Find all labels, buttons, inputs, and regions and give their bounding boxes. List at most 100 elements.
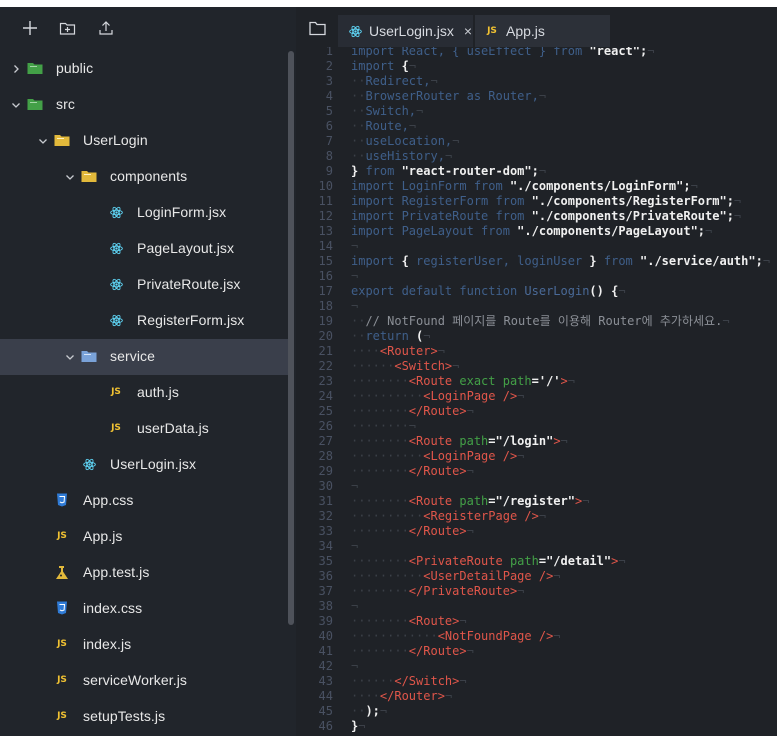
code-line[interactable]: 13 import PageLayout from "./components/P… <box>296 224 777 239</box>
code-line[interactable]: 34 ¬ <box>296 539 777 554</box>
code-line[interactable]: 7 ··useLocation,¬ <box>296 134 777 149</box>
code-line[interactable]: 12 import PrivateRoute from "./components… <box>296 209 777 224</box>
folder-row[interactable]: service <box>0 339 288 375</box>
folder-icon <box>27 96 43 112</box>
upload-button[interactable] <box>93 15 119 41</box>
folder-row[interactable]: UserLogin <box>0 123 288 159</box>
code-line[interactable]: 6 ··Route,¬ <box>296 119 777 134</box>
code-text: ········<Route exact path='/'>¬ <box>351 374 575 389</box>
new-file-button[interactable] <box>17 15 43 41</box>
file-row[interactable]: LoginForm.jsx <box>0 195 288 231</box>
line-number: 17 <box>318 284 333 298</box>
file-row[interactable]: RegisterForm.jsx <box>0 303 288 339</box>
code-line[interactable]: 5 ··Switch,¬ <box>296 104 777 119</box>
sidebar-scrollbar[interactable] <box>288 51 294 625</box>
file-row[interactable]: App.test.js <box>0 555 288 591</box>
chevron-right-icon[interactable] <box>10 62 22 74</box>
code-line[interactable]: 37 ········</PrivateRoute>¬ <box>296 584 777 599</box>
code-line[interactable]: 21 ····<Router>¬ <box>296 344 777 359</box>
code-line[interactable]: 35 ········<PrivateRoute path="/detail">¬ <box>296 554 777 569</box>
code-line[interactable]: 29 ········</Route>¬ <box>296 464 777 479</box>
code-line[interactable]: 16 ¬ <box>296 269 777 284</box>
folder-row[interactable]: src <box>0 87 288 123</box>
code-line[interactable]: 25 ········</Route>¬ <box>296 404 777 419</box>
tree-item-label: setupTests.js <box>83 708 166 724</box>
file-row[interactable]: JS serviceWorker.js <box>0 663 288 699</box>
code-line[interactable]: 20 ··return (¬ <box>296 329 777 344</box>
chevron-down-icon[interactable] <box>10 98 22 110</box>
code-line[interactable]: 31 ········<Route path="/register">¬ <box>296 494 777 509</box>
code-line[interactable]: 45 ··);¬ <box>296 704 777 719</box>
code-token: ········ <box>351 419 409 433</box>
code-line[interactable]: 28 ··········<LoginPage />¬ <box>296 449 777 464</box>
code-line[interactable]: 14 ¬ <box>296 239 777 254</box>
code-line[interactable]: 46}¬ <box>296 719 777 734</box>
code-line[interactable]: 2 import {¬ <box>296 59 777 74</box>
code-text: ········</Route>¬ <box>351 464 474 479</box>
explorer-toggle-button[interactable] <box>309 21 326 41</box>
code-token: ·· <box>351 89 366 103</box>
code-area[interactable]: 1 import React, { useEffect } from "react… <box>296 47 777 736</box>
code-line[interactable]: 40 ············<NotFoundPage />¬ <box>296 629 777 644</box>
code-line[interactable]: 11 import RegisterForm from "./components… <box>296 194 777 209</box>
code-line[interactable]: 19 ··// NotFound 페이지를 Route를 이용해 Router에 … <box>296 314 777 329</box>
file-row[interactable]: JS App.js <box>0 519 288 555</box>
file-row[interactable]: UserLogin.jsx <box>0 447 288 483</box>
code-text: ············<NotFoundPage />¬ <box>351 629 561 644</box>
code-line[interactable]: 26 ········¬ <box>296 419 777 434</box>
code-token: from <box>365 164 402 178</box>
code-line[interactable]: 43 ······</Switch>¬ <box>296 674 777 689</box>
tab-app-js[interactable]: JS App.js <box>475 15 610 47</box>
chevron-down-icon[interactable] <box>64 170 76 182</box>
code-token: </Route> <box>408 524 467 538</box>
tree-item-label: PageLayout.jsx <box>137 240 235 256</box>
line-number: 2 <box>325 59 333 73</box>
code-line[interactable]: 17 export default function UserLogin() {¬ <box>296 284 777 299</box>
code-line[interactable]: 24 ··········<LoginPage />¬ <box>296 389 777 404</box>
code-line[interactable]: 23 ········<Route exact path='/'>¬ <box>296 374 777 389</box>
code-line[interactable]: 44 ····</Router>¬ <box>296 689 777 704</box>
code-line[interactable]: 9} from "react-router-dom";¬ <box>296 164 777 179</box>
eol-marker: ¬ <box>582 494 590 508</box>
code-line[interactable]: 36 ··········<UserDetailPage />¬ <box>296 569 777 584</box>
eol-marker: ¬ <box>351 599 359 613</box>
file-row[interactable]: JS index.js <box>0 627 288 663</box>
code-line[interactable]: 1 import React, { useEffect } from "react… <box>296 47 777 59</box>
code-line[interactable]: 4 ··BrowserRouter as Router,¬ <box>296 89 777 104</box>
code-line[interactable]: 42 ¬ <box>296 659 777 674</box>
eol-marker: ¬ <box>459 614 467 628</box>
chevron-down-icon[interactable] <box>64 350 76 362</box>
eol-marker: ¬ <box>351 479 359 493</box>
code-token: <RegisterPage /> <box>423 509 539 523</box>
code-line[interactable]: 18 ¬ <box>296 299 777 314</box>
code-line[interactable]: 22 ······<Switch>¬ <box>296 359 777 374</box>
code-line[interactable]: 33 ········</Route>¬ <box>296 524 777 539</box>
close-icon[interactable]: × <box>464 23 472 39</box>
code-token: "react-router-dom"; <box>401 164 539 178</box>
tab-userlogin-jsx[interactable]: UserLogin.jsx × <box>338 15 473 47</box>
code-line[interactable]: 15 import { registerUser, loginUser } fro… <box>296 254 777 269</box>
code-line[interactable]: 3 ··Redirect,¬ <box>296 74 777 89</box>
code-line[interactable]: 39 ········<Route>¬ <box>296 614 777 629</box>
file-row[interactable]: index.css <box>0 591 288 627</box>
file-row[interactable]: App.css <box>0 483 288 519</box>
file-row[interactable]: JS setupTests.js <box>0 699 288 735</box>
eol-marker: ¬ <box>430 74 438 88</box>
file-row[interactable]: JS auth.js <box>0 375 288 411</box>
file-row[interactable]: PrivateRoute.jsx <box>0 267 288 303</box>
file-row[interactable]: JS userData.js <box>0 411 288 447</box>
line-number: 12 <box>318 209 333 223</box>
file-row[interactable]: PageLayout.jsx <box>0 231 288 267</box>
code-line[interactable]: 8 ··useHistory,¬ <box>296 149 777 164</box>
new-folder-button[interactable] <box>54 15 80 41</box>
code-line[interactable]: 10 import LoginForm from "./components/Lo… <box>296 179 777 194</box>
code-line[interactable]: 32 ··········<RegisterPage />¬ <box>296 509 777 524</box>
folder-icon <box>54 132 70 148</box>
code-line[interactable]: 38 ¬ <box>296 599 777 614</box>
code-line[interactable]: 27 ········<Route path="/login">¬ <box>296 434 777 449</box>
folder-row[interactable]: components <box>0 159 288 195</box>
code-line[interactable]: 30 ¬ <box>296 479 777 494</box>
folder-row[interactable]: public <box>0 51 288 87</box>
chevron-down-icon[interactable] <box>37 134 49 146</box>
code-line[interactable]: 41 ········</Route>¬ <box>296 644 777 659</box>
